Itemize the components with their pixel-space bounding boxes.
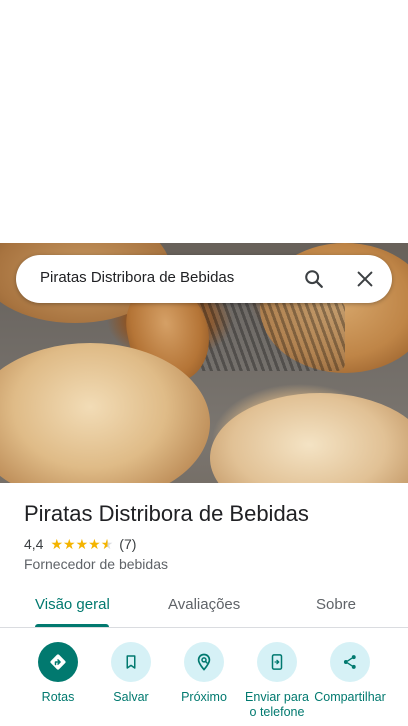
place-category[interactable]: Fornecedor de bebidas	[24, 556, 168, 572]
rating-row[interactable]: 4,4 ★ ★ ★ ★ ★ (7)	[24, 536, 136, 552]
send-to-phone-label: Enviar para o telefone	[245, 690, 309, 719]
bookmark-icon	[111, 642, 151, 682]
place-name: Piratas Distribora de Bebidas	[24, 501, 309, 526]
search-bar[interactable]: Piratas Distribora de Bebidas	[16, 255, 392, 303]
rating-stars: ★ ★ ★ ★ ★	[50, 537, 113, 551]
tab-reviews[interactable]: Avaliações	[168, 596, 240, 613]
close-icon[interactable]	[353, 267, 377, 291]
photo-grill	[195, 301, 345, 371]
send-to-phone-icon	[257, 642, 297, 682]
nearby-label: Próximo	[181, 690, 227, 704]
tab-overview[interactable]: Visão geral	[35, 596, 110, 613]
save-label: Salvar	[113, 690, 149, 704]
search-query[interactable]: Piratas Distribora de Bebidas	[40, 269, 234, 286]
half-star-icon: ★	[100, 536, 114, 552]
tab-divider	[0, 627, 408, 628]
share-icon	[330, 642, 370, 682]
directions-button[interactable]: Rotas	[21, 642, 95, 705]
search-icon[interactable]	[302, 267, 326, 291]
photo-food-item	[210, 393, 408, 483]
rating-value: 4,4	[24, 536, 44, 552]
send-to-phone-button[interactable]: Enviar para o telefone	[240, 642, 314, 720]
directions-label: Rotas	[41, 690, 75, 704]
directions-icon	[38, 642, 78, 682]
star-icon: ★	[63, 536, 76, 552]
star-icon: ★	[75, 536, 89, 552]
tab-about[interactable]: Sobre	[316, 596, 356, 613]
star-icon: ★	[88, 536, 101, 552]
share-button[interactable]: Compartilhar	[313, 642, 387, 705]
nearby-button[interactable]: Próximo	[167, 642, 241, 705]
nearby-icon	[184, 642, 224, 682]
save-button[interactable]: Salvar	[94, 642, 168, 705]
share-label: Compartilhar	[314, 690, 386, 704]
review-count[interactable]: (7)	[119, 536, 136, 552]
star-icon: ★	[50, 536, 64, 552]
